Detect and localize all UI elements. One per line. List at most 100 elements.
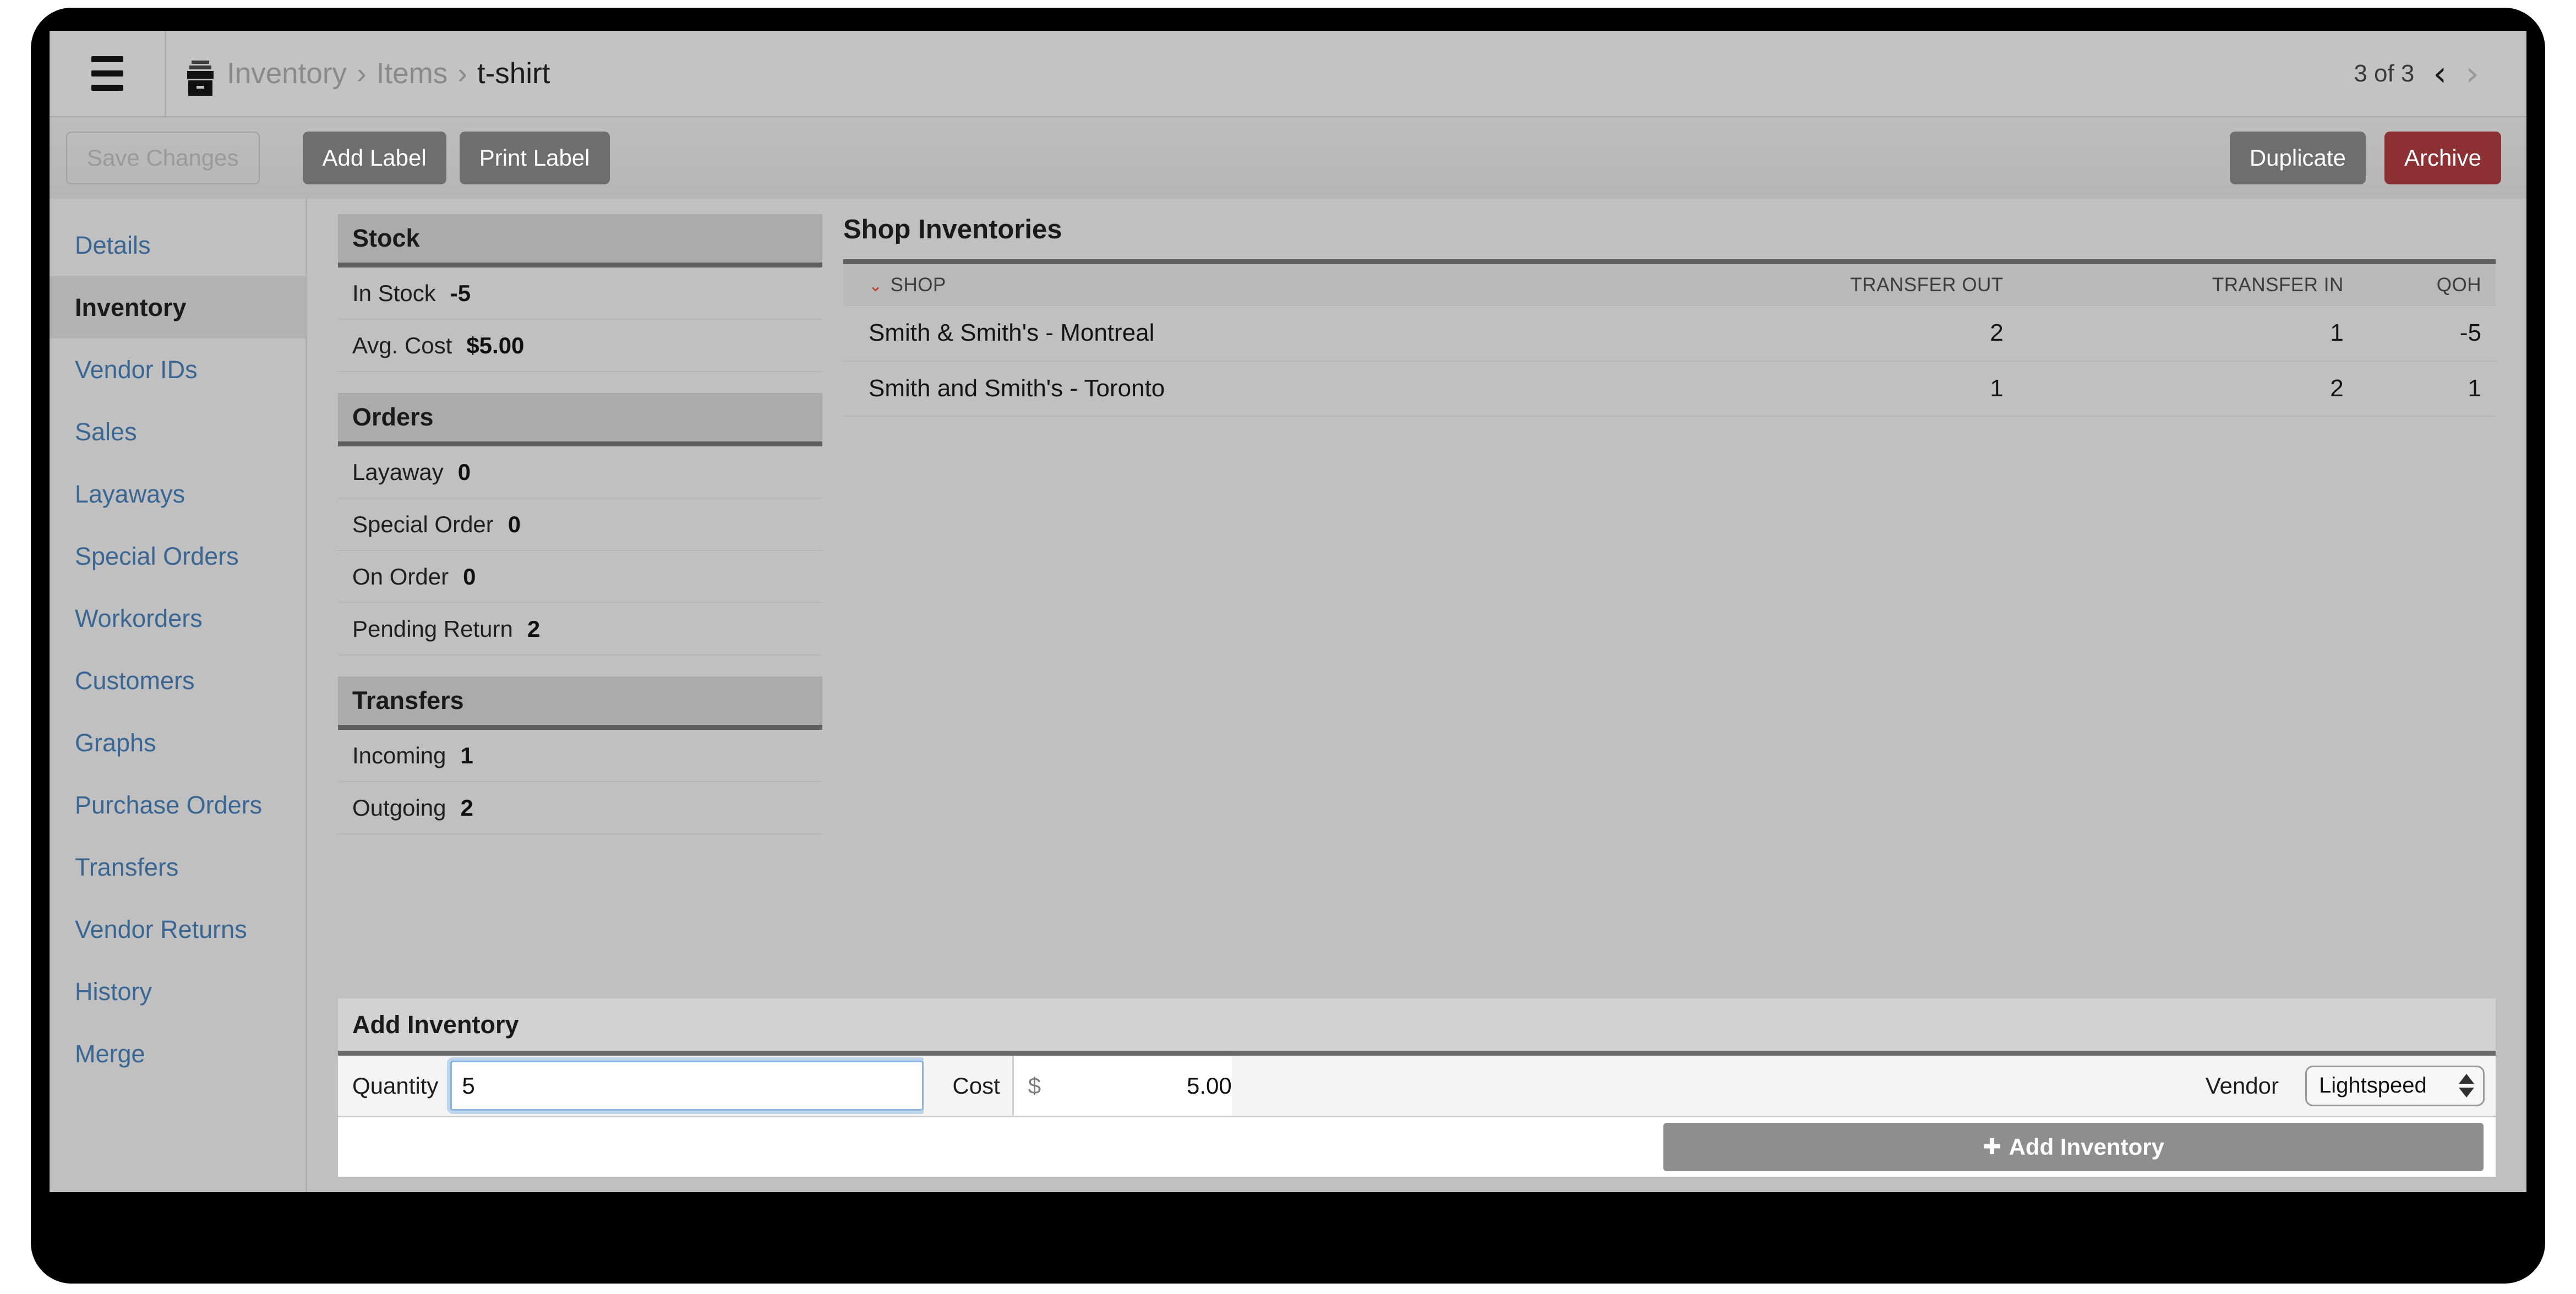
cost-input-value[interactable]: 5.00 <box>1066 1056 1232 1116</box>
shop-table-body: Smith & Smith's - Montreal 2 1 -5 Smith … <box>843 305 2496 417</box>
sidebar-item-vendor-returns[interactable]: Vendor Returns <box>50 898 305 960</box>
column-header-qoh[interactable]: QOH <box>2357 259 2496 306</box>
cell-transfer-in: 2 <box>2017 361 2358 417</box>
duplicate-button[interactable]: Duplicate <box>2229 132 2366 184</box>
sidebar-item-layaways[interactable]: Layaways <box>50 463 305 525</box>
print-label-button[interactable]: Print Label <box>459 132 610 184</box>
form-spacer <box>924 1056 938 1116</box>
special-order-label: Special Order <box>352 511 494 537</box>
save-changes-button[interactable]: Save Changes <box>66 132 260 184</box>
cell-shop-name: Smith & Smith's - Montreal <box>843 305 1627 362</box>
column-header-shop-label: SHOP <box>890 274 946 296</box>
sidebar-item-sales[interactable]: Sales <box>50 401 305 463</box>
pending-return-label: Pending Return <box>352 615 513 642</box>
sidebar-item-customers[interactable]: Customers <box>50 649 305 712</box>
layaway-label: Layaway <box>352 458 444 485</box>
on-order-value: 0 <box>463 563 476 589</box>
avg-cost-label: Avg. Cost <box>352 332 452 358</box>
toolbar: Save Changes Add Label Print Label Dupli… <box>50 116 2526 199</box>
add-inventory-footer: ✚ Add Inventory <box>338 1117 2496 1177</box>
column-header-transfer-out[interactable]: TRANSFER OUT <box>1627 259 2018 306</box>
quantity-input[interactable] <box>450 1061 924 1111</box>
stock-panel: Stock In Stock -5 Avg. Cost $5.00 <box>338 214 822 372</box>
sidebar-item-inventory[interactable]: Inventory <box>50 276 305 338</box>
special-order-value: 0 <box>507 511 521 537</box>
sidebar-item-workorders[interactable]: Workorders <box>50 587 305 649</box>
table-row[interactable]: Smith & Smith's - Montreal 2 1 -5 <box>843 305 2496 362</box>
vendor-field-group: Vendor Lightspeed <box>2191 1056 2496 1116</box>
archive-button[interactable]: Archive <box>2384 132 2501 184</box>
sidebar: Details Inventory Vendor IDs Sales Layaw… <box>50 199 307 1192</box>
sidebar-item-purchase-orders[interactable]: Purchase Orders <box>50 774 305 836</box>
add-inventory-button-label: Add Inventory <box>2009 1134 2164 1160</box>
add-label-button[interactable]: Add Label <box>302 132 446 184</box>
cost-field-group[interactable]: $ 5.00 <box>1012 1056 1568 1116</box>
add-inventory-button[interactable]: ✚ Add Inventory <box>1663 1123 2484 1171</box>
shop-inventories-table: ⌄ SHOP TRANSFER OUT TRANSFER IN QOH Smith… <box>843 259 2496 417</box>
add-inventory-section: Add Inventory Quantity Cost $ 5.00 Vendo… <box>338 998 2496 1177</box>
summary-panels: Stock In Stock -5 Avg. Cost $5.00 Orders <box>338 214 822 855</box>
pager-count-label: 3 of 3 <box>2354 59 2415 87</box>
sidebar-item-history[interactable]: History <box>50 960 305 1023</box>
sidebar-item-details[interactable]: Details <box>50 214 305 276</box>
sidebar-item-merge[interactable]: Merge <box>50 1023 305 1085</box>
sort-desc-icon: ⌄ <box>869 276 883 296</box>
cell-transfer-in: 1 <box>2017 305 2358 362</box>
outgoing-value: 2 <box>460 794 473 821</box>
orders-row-special-order: Special Order 0 <box>338 499 822 551</box>
sidebar-item-transfers[interactable]: Transfers <box>50 836 305 898</box>
hamburger-bar-3 <box>91 85 123 91</box>
orders-panel: Orders Layaway 0 Special Order 0 On Orde… <box>338 393 822 656</box>
vendor-selected-value: Lightspeed <box>2319 1073 2427 1098</box>
breadcrumb-item-current: t-shirt <box>477 57 550 90</box>
column-header-shop[interactable]: ⌄ SHOP <box>843 259 1627 306</box>
breadcrumb: Inventory › Items › t-shirt <box>186 57 550 96</box>
pending-return-value: 2 <box>527 615 541 642</box>
stepper-arrows-icon <box>2459 1074 2474 1098</box>
transfers-panel-title: Transfers <box>338 676 822 730</box>
hamburger-bar-1 <box>91 56 123 62</box>
outgoing-label: Outgoing <box>352 794 446 821</box>
cell-qoh: 1 <box>2357 361 2496 417</box>
next-record-icon[interactable]: › <box>2465 56 2479 91</box>
shop-inventories-section: Shop Inventories ⌄ SHOP TRANSFER OUT TRAN… <box>843 214 2496 417</box>
breadcrumb-item-inventory[interactable]: Inventory <box>227 57 347 90</box>
table-row[interactable]: Smith and Smith's - Toronto 1 2 1 <box>843 361 2496 417</box>
breadcrumb-separator-2: › <box>457 57 467 90</box>
hamburger-icon[interactable] <box>50 31 166 116</box>
column-header-transfer-in[interactable]: TRANSFER IN <box>2017 259 2358 306</box>
vendor-select[interactable]: Lightspeed <box>2305 1065 2485 1106</box>
sidebar-item-special-orders[interactable]: Special Orders <box>50 525 305 587</box>
add-inventory-form-row: Quantity Cost $ 5.00 Vendor Lightspeed <box>338 1056 2496 1117</box>
shop-inventories-title: Shop Inventories <box>843 215 1062 244</box>
stock-row-avg-cost: Avg. Cost $5.00 <box>338 320 822 372</box>
vendor-label: Vendor <box>2191 1072 2291 1099</box>
previous-record-icon[interactable]: ‹ <box>2433 56 2447 91</box>
transfers-row-incoming: Incoming 1 <box>338 730 822 782</box>
incoming-label: Incoming <box>352 742 446 768</box>
main-content: Stock In Stock -5 Avg. Cost $5.00 Orders <box>307 199 2526 1192</box>
sidebar-item-graphs[interactable]: Graphs <box>50 712 305 774</box>
record-pager: 3 of 3 ‹ › <box>2354 56 2479 91</box>
orders-row-pending-return: Pending Return 2 <box>338 603 822 656</box>
main-top-row: Stock In Stock -5 Avg. Cost $5.00 Orders <box>307 214 2526 855</box>
breadcrumb-item-items[interactable]: Items <box>376 57 448 90</box>
in-stock-value: -5 <box>450 280 471 306</box>
cost-field-filler <box>1231 1056 1568 1116</box>
toolbar-left-group: Save Changes Add Label Print Label <box>66 132 610 184</box>
in-stock-label: In Stock <box>352 280 436 306</box>
avg-cost-value: $5.00 <box>466 332 525 358</box>
hamburger-bar-2 <box>91 70 123 77</box>
transfers-row-outgoing: Outgoing 2 <box>338 782 822 834</box>
orders-row-layaway: Layaway 0 <box>338 446 822 499</box>
archive-box-icon <box>186 59 215 96</box>
cell-transfer-out: 1 <box>1627 361 2018 417</box>
app-window: Inventory › Items › t-shirt 3 of 3 ‹ › S… <box>50 31 2526 1192</box>
body-area: Details Inventory Vendor IDs Sales Layaw… <box>50 199 2526 1192</box>
on-order-label: On Order <box>352 563 449 589</box>
sidebar-item-vendor-ids[interactable]: Vendor IDs <box>50 338 305 401</box>
layaway-value: 0 <box>457 458 471 485</box>
titlebar: Inventory › Items › t-shirt 3 of 3 ‹ › <box>50 31 2526 116</box>
stock-row-in-stock: In Stock -5 <box>338 267 822 320</box>
cell-shop-name: Smith and Smith's - Toronto <box>843 361 1627 417</box>
